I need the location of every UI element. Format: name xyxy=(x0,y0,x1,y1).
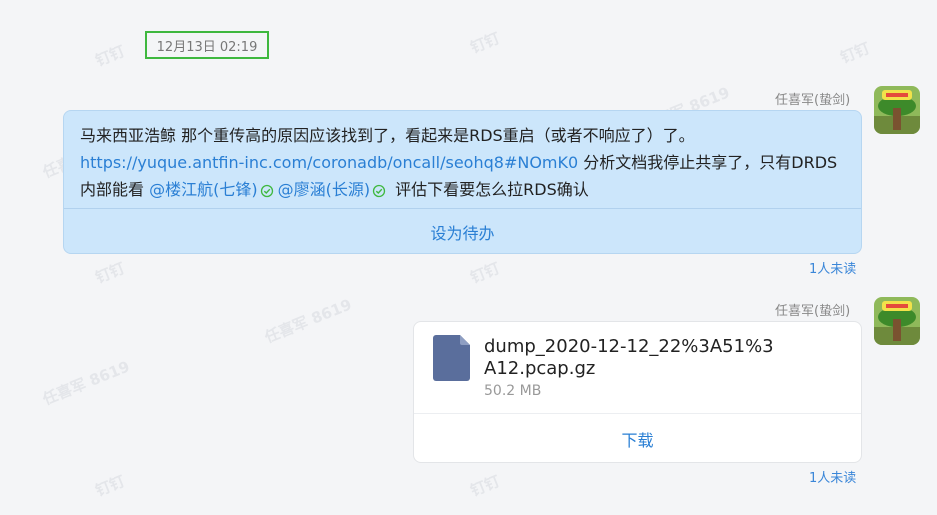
unread-count[interactable]: 1人未读 xyxy=(809,258,856,277)
document-link[interactable]: https://yuque.antfin-inc.com/coronadb/on… xyxy=(80,153,578,172)
file-message-card[interactable]: dump_2020-12-12_22%3A51%3A12.pcap.gz 50.… xyxy=(413,321,862,463)
watermark: 钉钉 xyxy=(92,41,128,70)
check-circle-icon xyxy=(260,184,273,197)
message-text: 马来西亚浩鲸 那个重传高的原因应该找到了，看起来是RDS重启（或者不响应了）了。… xyxy=(80,122,845,203)
set-todo-button[interactable]: 设为待办 xyxy=(64,209,861,254)
watermark: 钉钉 xyxy=(467,471,503,500)
mention-user[interactable]: @廖涵(长源) xyxy=(278,180,371,199)
avatar[interactable] xyxy=(874,86,920,134)
download-button[interactable]: 下载 xyxy=(414,414,861,463)
file-size: 50.2 MB xyxy=(484,383,542,399)
avatar-image xyxy=(874,86,920,134)
file-icon xyxy=(433,335,470,381)
watermark: 钉钉 xyxy=(837,38,873,67)
message-text-part: 马来西亚浩鲸 那个重传高的原因应该找到了，看起来是RDS重启（或者不响应了）了。 xyxy=(80,126,695,145)
avatar-image xyxy=(874,297,920,345)
watermark: 钉钉 xyxy=(467,28,503,57)
file-name: dump_2020-12-12_22%3A51%3A12.pcap.gz xyxy=(484,336,774,379)
watermark: 钉钉 xyxy=(92,258,128,287)
message-bubble[interactable]: 马来西亚浩鲸 那个重传高的原因应该找到了，看起来是RDS重启（或者不响应了）了。… xyxy=(63,110,862,254)
message-timestamp: 12月13日 02:19 xyxy=(145,31,269,59)
watermark: 任喜军 8619 xyxy=(262,295,355,347)
mention-user[interactable]: @楼江航(七锋) xyxy=(149,180,258,199)
watermark: 任喜军 8619 xyxy=(40,357,133,409)
avatar[interactable] xyxy=(874,297,920,345)
unread-count[interactable]: 1人未读 xyxy=(809,467,856,486)
watermark: 钉钉 xyxy=(467,258,503,287)
sender-name: 任喜军(蛰剑) xyxy=(775,304,851,319)
sender-name: 任喜军(蛰剑) xyxy=(775,93,851,108)
message-text-part: 评估下看要怎么拉RDS确认 xyxy=(390,180,589,199)
check-circle-icon xyxy=(372,184,386,197)
watermark: 钉钉 xyxy=(92,471,128,500)
